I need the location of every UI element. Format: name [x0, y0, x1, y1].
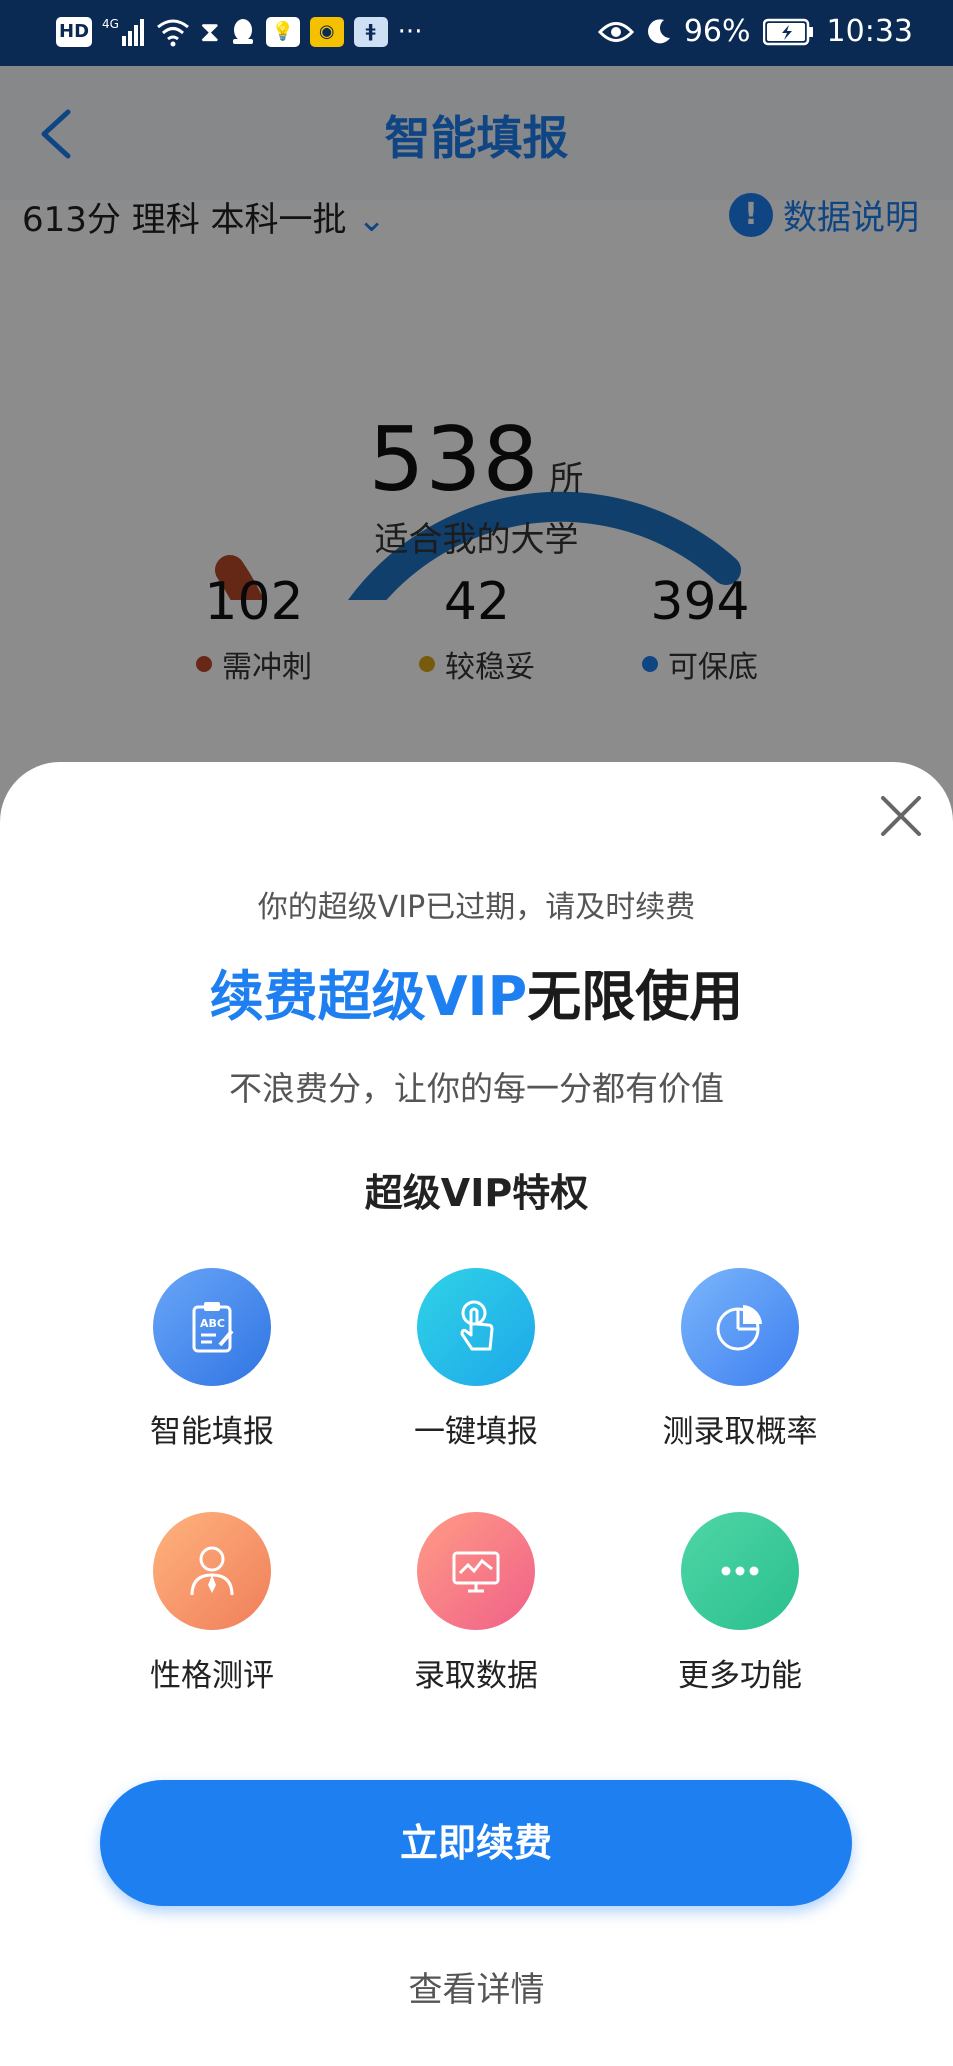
- privilege-label: 一键填报: [414, 1414, 538, 1450]
- vip-renewal-sheet: 你的超级VIP已过期，请及时续费 续费超级VIP无限使用 不浪费分，让你的每一分…: [0, 762, 953, 2066]
- privilege-label: 性格测评: [150, 1658, 274, 1694]
- weibo-icon: ◉: [309, 17, 344, 47]
- wifi-icon: [157, 19, 189, 47]
- more-notifications-icon: ···: [397, 17, 423, 47]
- privilege-smart-fill[interactable]: ABC 智能填报: [87, 1268, 337, 1451]
- monitor-chart-icon: [417, 1512, 535, 1630]
- privilege-label: 智能填报: [150, 1414, 274, 1450]
- hourglass-icon: ⧗: [200, 15, 220, 48]
- privilege-label: 录取数据: [414, 1658, 538, 1694]
- expired-notice: 你的超级VIP已过期，请及时续费: [257, 890, 696, 925]
- app-icon: ǂ: [353, 17, 388, 47]
- person-tie-icon: [153, 1512, 271, 1630]
- privilege-more-features[interactable]: 更多功能: [615, 1512, 865, 1695]
- privilege-label: 测录取概率: [662, 1414, 818, 1450]
- battery-icon: [762, 18, 813, 45]
- renew-now-button[interactable]: 立即续费: [100, 1780, 852, 1906]
- qq-icon: [232, 19, 253, 44]
- headline-rest: 无限使用: [527, 965, 744, 1028]
- moon-icon: [647, 18, 670, 43]
- cellular-signal-icon: 4G: [102, 17, 145, 46]
- bulb-icon: 💡: [265, 17, 300, 47]
- privilege-one-click[interactable]: 一键填报: [351, 1268, 601, 1451]
- clock: 10:33: [826, 14, 913, 49]
- privileges-title: 超级VIP特权: [364, 1171, 589, 1215]
- abc-glyph: ABC: [200, 1317, 225, 1330]
- status-bar: HD 4G ⧗ 💡 ◉ ǂ ··· 96% 10:33: [0, 0, 953, 66]
- view-details-link[interactable]: 查看详情: [0, 1962, 953, 2011]
- eye-icon: [597, 21, 634, 42]
- headline-highlight: 续费超级VIP: [209, 965, 528, 1028]
- subtitle: 不浪费分，让你的每一分都有价值: [229, 1069, 724, 1108]
- network-type: 4G: [102, 17, 119, 31]
- privilege-admission-data[interactable]: 录取数据: [351, 1512, 601, 1695]
- headline: 续费超级VIP无限使用: [0, 952, 953, 1031]
- privilege-admission-probability[interactable]: 测录取概率: [615, 1268, 865, 1451]
- more-dots-icon: [681, 1512, 799, 1630]
- close-icon[interactable]: [877, 792, 925, 840]
- battery-percent: 96%: [683, 14, 751, 49]
- privilege-label: 更多功能: [678, 1658, 802, 1694]
- hd-indicator: HD: [56, 17, 93, 47]
- pie-chart-icon: [681, 1268, 799, 1386]
- clipboard-abc-icon: ABC: [153, 1268, 271, 1386]
- tap-finger-icon: [417, 1268, 535, 1386]
- privilege-personality-test[interactable]: 性格测评: [87, 1512, 337, 1695]
